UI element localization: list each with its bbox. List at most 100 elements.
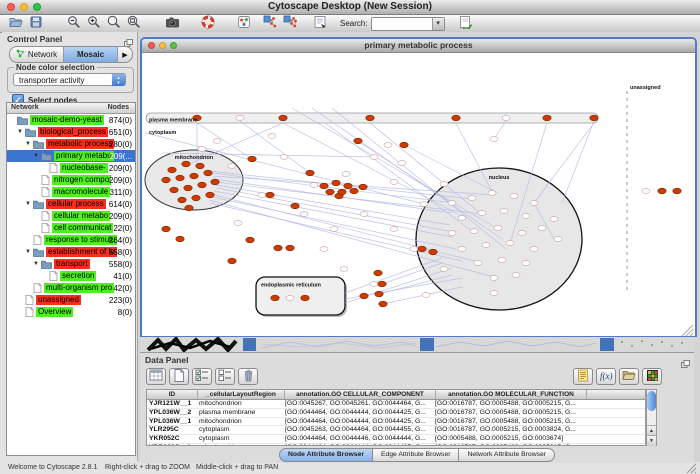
graph-node[interactable] bbox=[498, 258, 506, 263]
graph-node[interactable] bbox=[522, 261, 530, 266]
graph-edge[interactable] bbox=[240, 121, 310, 173]
graph-node[interactable] bbox=[440, 182, 448, 187]
graph-node-selected[interactable] bbox=[658, 188, 666, 194]
graph-node-selected[interactable] bbox=[206, 192, 214, 198]
graph-node[interactable] bbox=[510, 194, 518, 199]
graph-node[interactable] bbox=[370, 155, 378, 160]
graph-node-selected[interactable] bbox=[301, 295, 309, 301]
disclosure-icon[interactable]: ▼ bbox=[33, 153, 41, 159]
graph-node[interactable] bbox=[213, 139, 221, 144]
resize-grip-icon[interactable] bbox=[686, 463, 697, 474]
graph-node[interactable] bbox=[530, 201, 538, 206]
help-button[interactable] bbox=[198, 16, 218, 32]
graph-node-selected[interactable] bbox=[176, 236, 184, 242]
graph-edge[interactable] bbox=[562, 121, 594, 203]
zoom-in-button[interactable] bbox=[84, 16, 104, 32]
annotation-form-button[interactable] bbox=[310, 16, 330, 32]
vizmapper-button[interactable] bbox=[234, 16, 254, 32]
table-row-ydr039c-1[interactable]: YDR039C__1mitochondrion[GO:0044464, GO:0… bbox=[147, 444, 645, 446]
graph-node-selected[interactable] bbox=[374, 270, 382, 276]
graph-node-selected[interactable] bbox=[306, 170, 314, 176]
graph-node[interactable] bbox=[554, 237, 562, 242]
create-network-view-button[interactable] bbox=[280, 16, 300, 32]
graph-node-selected[interactable] bbox=[248, 156, 256, 162]
column-header-cellularlayoutregion[interactable]: _cellularLayoutRegion bbox=[198, 390, 285, 399]
graph-node-selected[interactable] bbox=[400, 142, 408, 148]
tree-row-nitrogen-compo[interactable]: nitrogen compo209(0) bbox=[7, 174, 135, 186]
graph-node-selected[interactable] bbox=[185, 205, 193, 211]
graph-node[interactable] bbox=[448, 231, 456, 236]
graph-node-selected[interactable] bbox=[246, 237, 254, 243]
graph-node-selected[interactable] bbox=[291, 203, 299, 209]
graph-node[interactable] bbox=[490, 291, 498, 296]
column-header-annotation-go-cellular-component[interactable]: annotation.GO CELLULAR_COMPONENT bbox=[285, 390, 436, 399]
tree-row-cellular-metabo[interactable]: cellular metabo209(0) bbox=[7, 210, 135, 222]
graph-node-selected[interactable] bbox=[190, 173, 198, 179]
graph-node[interactable] bbox=[488, 191, 496, 196]
table-row-yjr121w-1[interactable]: YJR121W__1mitochondrion[GO:0045267, GO:0… bbox=[147, 400, 645, 409]
graph-edge[interactable] bbox=[292, 108, 498, 229]
graph-node[interactable] bbox=[228, 164, 236, 169]
tree-row-secretion[interactable]: secretion41(0) bbox=[7, 270, 135, 282]
zoom-out-button[interactable] bbox=[64, 16, 84, 32]
scroll-down-icon[interactable]: ▼ bbox=[647, 435, 656, 446]
graph-node-selected[interactable] bbox=[360, 293, 368, 299]
destroy-network-button[interactable] bbox=[260, 16, 280, 32]
tree-row-biological-process[interactable]: ▼biological_process651(0) bbox=[7, 126, 135, 138]
tab-network-attribute-browser[interactable]: Network Attribute Browser bbox=[459, 448, 555, 462]
tab-overflow-button[interactable]: ▶ bbox=[118, 47, 132, 62]
scrollbar-thumb[interactable] bbox=[647, 391, 656, 411]
tree-column-network[interactable]: Network bbox=[11, 104, 39, 111]
tree-row-nucleobase[interactable]: nucleobase-209(0) bbox=[7, 162, 135, 174]
graph-node[interactable] bbox=[474, 261, 482, 266]
graph-node-selected[interactable] bbox=[192, 195, 200, 201]
graph-node-selected[interactable] bbox=[211, 179, 219, 185]
disclosure-icon[interactable]: ▼ bbox=[17, 129, 25, 135]
zoom-fit-button[interactable] bbox=[104, 16, 124, 32]
graph-node-selected[interactable] bbox=[196, 163, 204, 169]
tree-row-metabolic-process[interactable]: ▼metabolic process280(0) bbox=[7, 138, 135, 150]
network-window-titlebar[interactable]: primary metabolic process bbox=[142, 39, 695, 53]
table-row-ypl036w-1[interactable]: YPL036W__1mitochondrion[GO:0044464, GO:0… bbox=[147, 418, 645, 427]
graph-node[interactable] bbox=[280, 155, 288, 160]
graph-node-selected[interactable] bbox=[366, 115, 374, 121]
graph-node[interactable] bbox=[458, 247, 466, 252]
graph-node[interactable] bbox=[360, 212, 368, 217]
network-view-window[interactable]: primary metabolic process plasma membran… bbox=[140, 37, 697, 337]
column-header-annotation-go-molecular-function[interactable]: annotation.GO MOLECULAR_FUNCTION bbox=[436, 390, 587, 399]
graph-node-selected[interactable] bbox=[326, 189, 334, 195]
tab-node-attribute-browser[interactable]: Node Attribute Browser bbox=[279, 448, 373, 462]
graph-node[interactable] bbox=[482, 243, 490, 248]
graph-node-selected[interactable] bbox=[418, 246, 426, 252]
graph-node-selected[interactable] bbox=[344, 183, 352, 189]
table-row-ykr052c[interactable]: YKR052Ccytoplasm[GO:0044464, GO:0044446,… bbox=[147, 435, 645, 444]
graph-node-selected[interactable] bbox=[170, 187, 178, 193]
canvas-resize-grip-icon[interactable] bbox=[686, 329, 693, 336]
graph-node-selected[interactable] bbox=[378, 281, 386, 287]
tree-row-transport[interactable]: ▼transport558(0) bbox=[7, 258, 135, 270]
graph-node[interactable] bbox=[530, 247, 538, 252]
graph-node[interactable] bbox=[422, 293, 430, 298]
graph-node-selected[interactable] bbox=[178, 197, 186, 203]
graph-node[interactable] bbox=[268, 134, 276, 139]
graph-node[interactable] bbox=[330, 227, 338, 232]
graph-node[interactable] bbox=[390, 180, 398, 185]
attribute-report-button[interactable] bbox=[573, 368, 593, 385]
tree-row-cell-communicat[interactable]: cell communicat22(0) bbox=[7, 222, 135, 234]
graph-node-selected[interactable] bbox=[204, 170, 212, 176]
graph-node-selected[interactable] bbox=[266, 192, 274, 198]
graph-node-selected[interactable] bbox=[228, 258, 236, 264]
graph-node[interactable] bbox=[490, 137, 498, 142]
graph-node[interactable] bbox=[522, 214, 530, 219]
graph-node[interactable] bbox=[468, 196, 476, 201]
network-canvas[interactable]: plasma membranecytoplasmmitochondrionnuc… bbox=[142, 53, 695, 336]
tree-row-mosaic-demo-yeast[interactable]: mosaic-demo-yeast874(0) bbox=[7, 114, 135, 126]
graph-node[interactable] bbox=[310, 183, 318, 188]
graph-node-selected[interactable] bbox=[332, 180, 340, 186]
graph-node-selected[interactable] bbox=[590, 115, 598, 121]
canvas-resize-grip-icon[interactable] bbox=[690, 333, 693, 336]
graph-node[interactable] bbox=[390, 227, 398, 232]
network-snapshot-button[interactable] bbox=[162, 16, 182, 32]
tab-network[interactable]: Network bbox=[10, 47, 64, 62]
delete-attribute-button[interactable] bbox=[238, 368, 258, 385]
